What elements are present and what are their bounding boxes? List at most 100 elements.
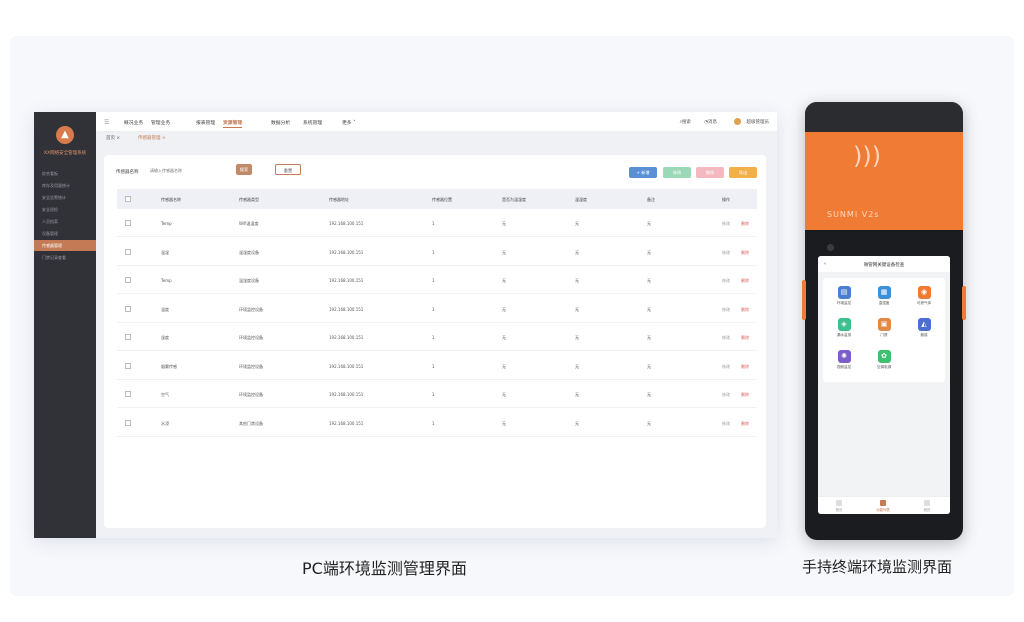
row-edit-link[interactable]: 修改	[722, 364, 730, 370]
table-cell: 192.168.100.151	[329, 392, 363, 397]
edit-button[interactable]: 修改	[663, 167, 691, 178]
row-delete-link[interactable]: 删除	[741, 278, 749, 284]
row-delete-link[interactable]: 删除	[741, 335, 749, 341]
nav-item[interactable]: 资源管理	[223, 119, 242, 128]
nfc-icon: )))	[853, 142, 881, 170]
row-delete-link[interactable]: 删除	[741, 392, 749, 398]
table-cell: 无	[647, 364, 651, 370]
footer-tab[interactable]: 首页	[824, 500, 854, 512]
table-cell: 无	[502, 392, 506, 398]
row-edit-link[interactable]: 修改	[722, 250, 730, 256]
table-cell: 192.168.100.151	[329, 421, 363, 426]
nav-item[interactable]: 管理业务	[151, 119, 170, 126]
row-edit-link[interactable]: 修改	[722, 221, 730, 227]
column-header: 传感器地址	[329, 197, 349, 203]
search-button[interactable]: 搜索	[236, 164, 252, 175]
table-cell: 无	[647, 307, 651, 313]
sidebar-item[interactable]: 设备管理	[34, 228, 96, 239]
table-cell: 1	[432, 221, 435, 226]
table-row: TempWifi温湿度192.168.100.1511无无无修改删除	[117, 209, 757, 237]
footer-tab[interactable]: 功能列表	[868, 500, 898, 512]
top-notice-button[interactable]: ◔消息	[704, 119, 717, 125]
export-button[interactable]: 导出	[729, 167, 757, 178]
row-checkbox[interactable]	[125, 306, 131, 312]
app-tile[interactable]: ◭烟感	[909, 318, 939, 338]
row-checkbox[interactable]	[125, 220, 131, 226]
sidebar-item[interactable]: 人员档案	[34, 216, 96, 227]
row-checkbox[interactable]	[125, 249, 131, 255]
avatar[interactable]	[734, 118, 741, 125]
main-content: 传感器名称 搜索 重置 + 新增 修改 删除 导出 传感器名称传感器类型传感器地…	[104, 155, 766, 528]
row-checkbox[interactable]	[125, 420, 131, 426]
app-tile[interactable]: ✺视频监控	[829, 350, 859, 370]
search-input[interactable]	[148, 165, 228, 176]
row-edit-link[interactable]: 修改	[722, 335, 730, 341]
table-cell: 无	[575, 335, 579, 341]
table-cell: 无	[575, 250, 579, 256]
sidebar-item[interactable]: 综合看板	[34, 168, 96, 179]
table-cell: 环境监控设备	[239, 335, 263, 341]
screen-footer-nav: 首页功能列表 我的	[818, 496, 950, 514]
sidebar-item[interactable]: 门禁记录查看	[34, 252, 96, 263]
app-tile[interactable]: ◈漏水监测	[829, 318, 859, 338]
row-edit-link[interactable]: 修改	[722, 421, 730, 427]
device-screen: ‹ 微管网关键设备检查 ▤环境监控▦温湿度◉可燃气体◈漏水监测▣门禁◭烟感✺视频…	[818, 256, 950, 514]
reset-button[interactable]: 重置	[275, 164, 301, 175]
nav-item[interactable]: 报表管理	[196, 119, 215, 126]
thermo-icon: ▦	[878, 286, 891, 299]
table-cell: 无	[575, 421, 579, 427]
sidebar-item[interactable]: 安全告警统计	[34, 192, 96, 203]
sidebar-item[interactable]: 库存及用量统计	[34, 180, 96, 191]
side-button-left[interactable]	[802, 280, 806, 320]
add-button[interactable]: + 新增	[629, 167, 657, 178]
table-cell: 无	[647, 278, 651, 284]
row-delete-link[interactable]: 删除	[741, 221, 749, 227]
table-cell: 192.168.100.151	[329, 335, 363, 340]
table-cell: 1	[432, 250, 435, 255]
table-cell: 无	[647, 221, 651, 227]
row-checkbox[interactable]	[125, 363, 131, 369]
table-cell: 其他门禁设备	[239, 421, 263, 427]
table-row: 湿度环境监控设备192.168.100.1511无无无修改删除	[117, 323, 757, 351]
footer-tab-icon	[880, 500, 886, 506]
row-checkbox[interactable]	[125, 277, 131, 283]
row-edit-link[interactable]: 修改	[722, 278, 730, 284]
row-delete-link[interactable]: 删除	[741, 364, 749, 370]
app-label: 温湿度	[869, 301, 899, 306]
footer-tab-label: 功能列表	[868, 507, 898, 512]
footer-tab[interactable]: 我的	[912, 500, 942, 512]
row-delete-link[interactable]: 删除	[741, 307, 749, 313]
row-delete-link[interactable]: 删除	[741, 421, 749, 427]
table-row: 烟雾传感环境监控设备192.168.100.1511无无无修改删除	[117, 352, 757, 380]
nav-item[interactable]: 数据分析	[271, 119, 290, 126]
row-edit-link[interactable]: 修改	[722, 392, 730, 398]
app-label: 门禁	[869, 333, 899, 338]
side-button-right[interactable]	[962, 286, 966, 320]
row-checkbox[interactable]	[125, 334, 131, 340]
select-all-checkbox[interactable]	[125, 196, 131, 202]
table-cell: 环境监控设备	[239, 364, 263, 370]
row-checkbox[interactable]	[125, 391, 131, 397]
nav-item[interactable]: 更多 ˅	[342, 119, 356, 126]
handheld-device: ))) SUNMI V2s ‹ 微管网关键设备检查 ▤环境监控▦温湿度◉可燃气体…	[805, 102, 963, 540]
nav-item[interactable]: 概况业务	[124, 119, 143, 126]
tab[interactable]: 传感器管理 ×	[138, 135, 166, 141]
nav-item[interactable]: 系统管理	[303, 119, 322, 126]
row-delete-link[interactable]: 删除	[741, 250, 749, 256]
table-cell: 无	[502, 307, 506, 313]
app-tile[interactable]: ▦ 温湿度	[869, 286, 899, 306]
menu-toggle-icon[interactable]: ☰	[104, 119, 109, 126]
app-tile[interactable]: ▣门禁	[869, 318, 899, 338]
sidebar-item[interactable]: 传感器管理	[34, 240, 96, 251]
user-name[interactable]: 超级管理员	[747, 119, 770, 125]
row-edit-link[interactable]: 修改	[722, 307, 730, 313]
app-tile[interactable]: ▤环境监控	[829, 286, 859, 306]
app-tile[interactable]: ◉可燃气体	[909, 286, 939, 306]
sidebar-item[interactable]: 安全巡检	[34, 204, 96, 215]
app-tile[interactable]: ✿空调电源	[869, 350, 899, 370]
system-name: XX网络安全管理系统	[34, 150, 96, 156]
delete-button[interactable]: 删除	[696, 167, 724, 178]
tab[interactable]: 首页 ×	[106, 135, 120, 141]
top-search-button[interactable]: ⌕搜索	[679, 119, 691, 125]
top-search-label: 搜索	[682, 120, 691, 125]
